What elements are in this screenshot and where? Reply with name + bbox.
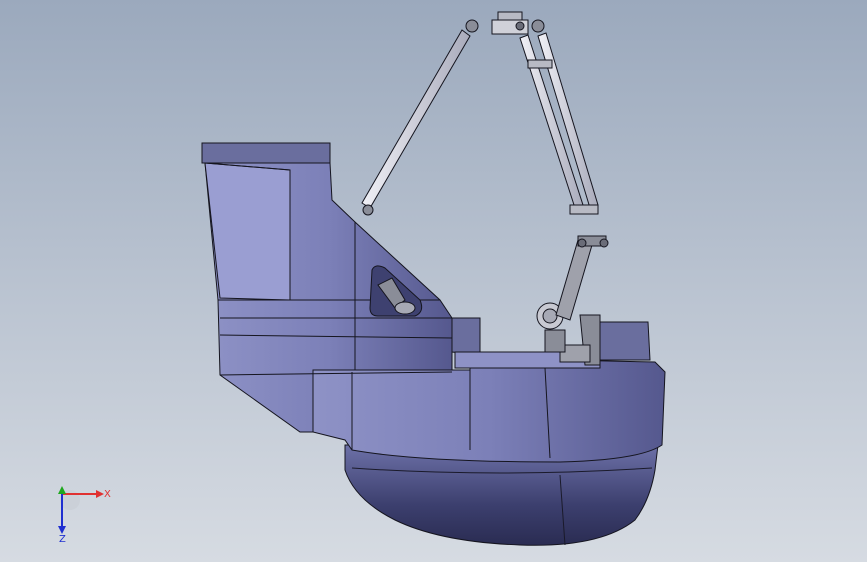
3d-model-view[interactable]: [0, 0, 867, 562]
x-axis-arrow: [96, 490, 104, 498]
x-axis-label: X: [104, 489, 111, 500]
z-axis-arrow: [58, 526, 66, 534]
cad-viewport[interactable]: X Z: [0, 0, 867, 562]
z-axis-label: Z: [59, 534, 66, 544]
y-axis-arrow: [58, 486, 66, 494]
orientation-triad: X Z: [58, 486, 111, 544]
